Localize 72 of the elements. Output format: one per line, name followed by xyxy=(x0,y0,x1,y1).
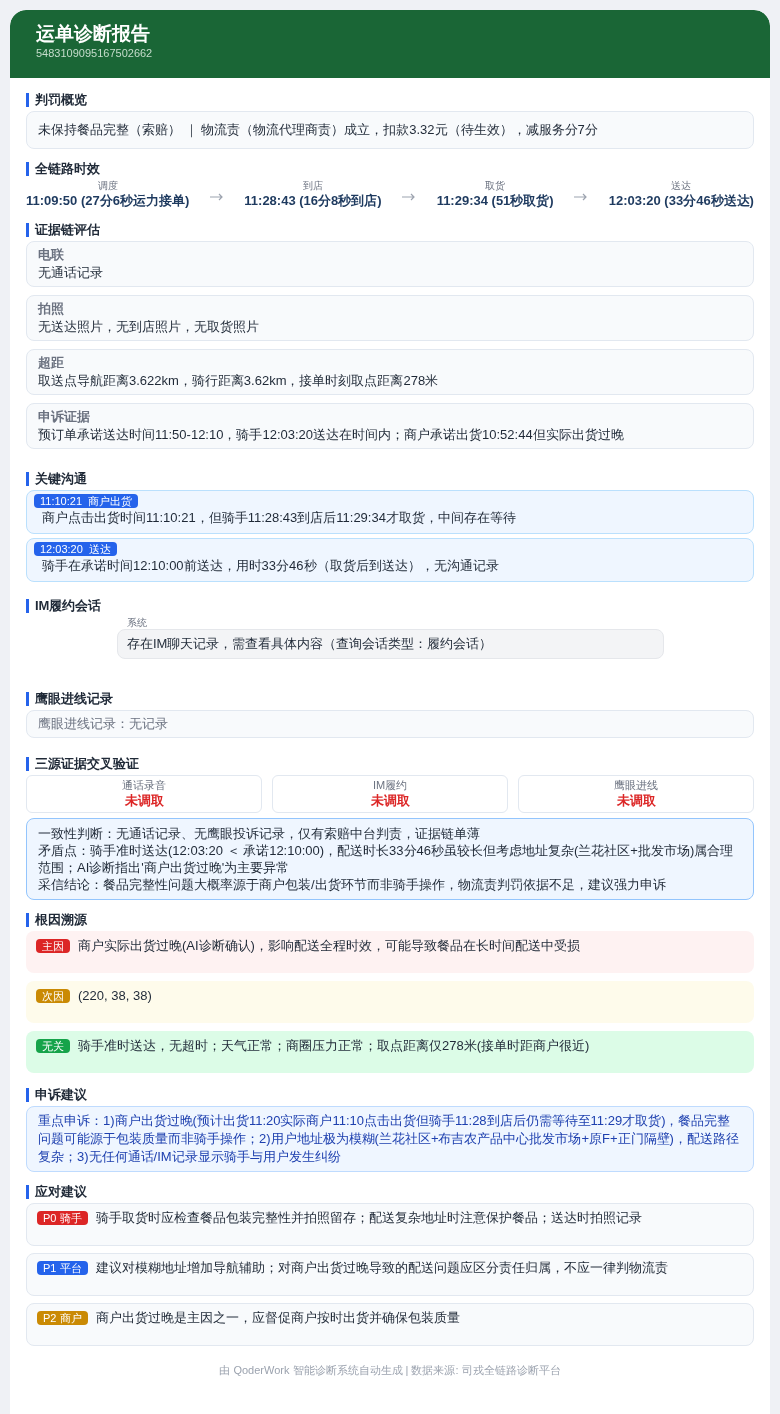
arrow-icon xyxy=(402,193,417,201)
section-title: IM履约会话 xyxy=(35,598,102,614)
section-title: 关键沟通 xyxy=(35,471,87,487)
source-status: 未调取 xyxy=(616,792,656,810)
section-marker xyxy=(26,913,29,927)
source-label: 通话录音 xyxy=(122,778,166,792)
section-title: 全链路时效 xyxy=(35,161,100,177)
cause-tag: 主因 xyxy=(36,939,70,953)
order-id: 5483109095167502662 xyxy=(36,46,154,60)
section-title: 鹰眼进线记录 xyxy=(35,691,113,707)
report-title: 运单诊断报告 xyxy=(36,22,151,46)
appeal-text: 重点申诉：1)商户出货过晚(预计出货11:20实际商户11:10点击出货但骑手11:28到店后仍需等待至11:29才取货)，餐品完整问题可能源于包装质量而非骑手操作；2)用户地址极为模糊(兰花社区+布吉农产品中心批发市场+原F+正门隔壁)，配送路径复杂；3)无任何通话/IM记录显示骑手与用户发生纠纷 xyxy=(26,1106,754,1172)
section-marker xyxy=(26,223,29,237)
section-title: 申诉建议 xyxy=(35,1087,87,1103)
evidence-label: 申诉证据 xyxy=(38,408,91,426)
source-status: 未调取 xyxy=(370,792,410,810)
sender-label: 系统 xyxy=(126,617,148,629)
section-title: 证据链评估 xyxy=(35,222,100,238)
section-marker xyxy=(26,692,29,706)
conclusion-text: 采信结论：餐品完整性问题大概率源于商户包装/出货环节而非骑手操作，物流责判罚依据不足，建议强力申诉 xyxy=(38,876,667,893)
action-text: 建议对模糊地址增加导航辅助；对商户出货过晚导致的配送问题应区分责任归属，不应一律判物流责 xyxy=(95,1259,668,1277)
section-title: 根因溯源 xyxy=(35,912,87,928)
evidence-label: 电联 xyxy=(38,246,65,264)
evidence-text: 无通话记录 xyxy=(38,264,104,282)
arrow-icon xyxy=(574,193,589,201)
cause-text: 商户实际出货过晚(AI诊断确认)，影响配送全程时效，可能导致餐品在长时间配送中受损 xyxy=(78,937,580,955)
action-text: 商户出货过晚是主因之一，应督促商户按时出货并确保包装质量 xyxy=(95,1309,460,1327)
footer-text: 由 QoderWork 智能诊断系统自动生成 | 数据来源: 司戎全链路诊断平台 xyxy=(218,1363,562,1378)
step-label: 到店 xyxy=(302,180,323,192)
evidence-label: 超距 xyxy=(38,354,65,372)
cause-text: (220, 38, 38) xyxy=(78,987,152,1005)
section-title: 判罚概览 xyxy=(35,92,87,108)
section-marker xyxy=(26,1088,29,1102)
section-marker xyxy=(26,1185,29,1199)
cause-text: 骑手准时送达，无超时；天气正常；商圈压力正常；取点距离仅278米(接单时距商户很近) xyxy=(78,1037,590,1055)
source-label: IM履约 xyxy=(372,778,408,792)
evidence-text: 无送达照片，无到店照片，无取货照片 xyxy=(38,318,260,336)
section-marker xyxy=(26,472,29,486)
action-text: 骑手取货时应检查餐品包装完整性并拍照留存；配送复杂地址时注意保护餐品；送达时拍照记录 xyxy=(95,1209,642,1227)
summary-text: 未保持餐品完整（索赔） ｜ 物流责（物流代理商责）成立，扣款3.32元（待生效），减服务分7分 xyxy=(26,111,754,149)
section-marker xyxy=(26,757,29,771)
conclusion-text: 矛盾点：骑手准时送达(12:03:20 ＜ 承诺12:10:00)，配送时长33分46秒虽较长但考虑地址复杂(兰花社区+批发市场)属合理范围；AI诊断指出'商户出货过晚'为主要异常 xyxy=(38,842,735,876)
communication-text: 骑手在承诺时间12:10:00前送达，用时33分46秒（取货后到送达），无沟通记录 xyxy=(41,557,499,575)
source-status: 未调取 xyxy=(124,792,164,810)
step-time: 11:28:43 (16分8秒到店) xyxy=(244,192,382,210)
step-time: 12:03:20 (33分46秒送达) xyxy=(608,192,754,210)
priority-tag: P1 平台 xyxy=(37,1261,88,1275)
section-title: 应对建议 xyxy=(35,1184,87,1200)
time-tag: 11:10:21 商户出货 xyxy=(34,494,139,508)
step-label: 调度 xyxy=(97,180,118,192)
evidence-label: 拍照 xyxy=(38,300,65,318)
communication-text: 商户点击出货时间11:10:21，但骑手11:28:43到店后11:29:34才取货，中间存在等待 xyxy=(41,509,516,527)
section-title: 三源证据交叉验证 xyxy=(35,756,139,772)
priority-tag: P2 商户 xyxy=(37,1311,88,1325)
cause-tag: 无关 xyxy=(36,1039,70,1053)
step-label: 送达 xyxy=(671,180,692,192)
evidence-text: 取送点导航距离3.622km，骑行距离3.62km，接单时刻取点距离278米 xyxy=(38,372,440,390)
section-marker xyxy=(26,93,29,107)
time-tag: 12:03:20 送达 xyxy=(34,542,117,556)
section-marker xyxy=(26,162,29,176)
source-label: 鹰眼进线 xyxy=(614,778,658,792)
conclusion-text: 一致性判断：无通话记录、无鹰眼投诉记录，仅有索赔中台判责，证据链单薄 xyxy=(38,825,481,842)
priority-tag: P0 骑手 xyxy=(37,1211,88,1225)
record-text: 鹰眼进线记录：无记录 xyxy=(26,710,754,738)
step-time: 11:09:50 (27分6秒运力接单) xyxy=(26,192,190,210)
step-label: 取货 xyxy=(485,180,506,192)
section-marker xyxy=(26,599,29,613)
evidence-text: 预订单承诺送达时间11:50-12:10，骑手12:03:20送达在时间内；商户承诺出货10:52:44但实际出货过晚 xyxy=(38,426,625,444)
arrow-icon xyxy=(209,193,224,201)
message-bubble: 存在IM聊天记录，需查看具体内容（查询会话类型：履约会话） xyxy=(117,629,664,659)
step-time: 11:29:34 (51秒取货) xyxy=(436,192,554,210)
cause-tag: 次因 xyxy=(36,989,70,1003)
